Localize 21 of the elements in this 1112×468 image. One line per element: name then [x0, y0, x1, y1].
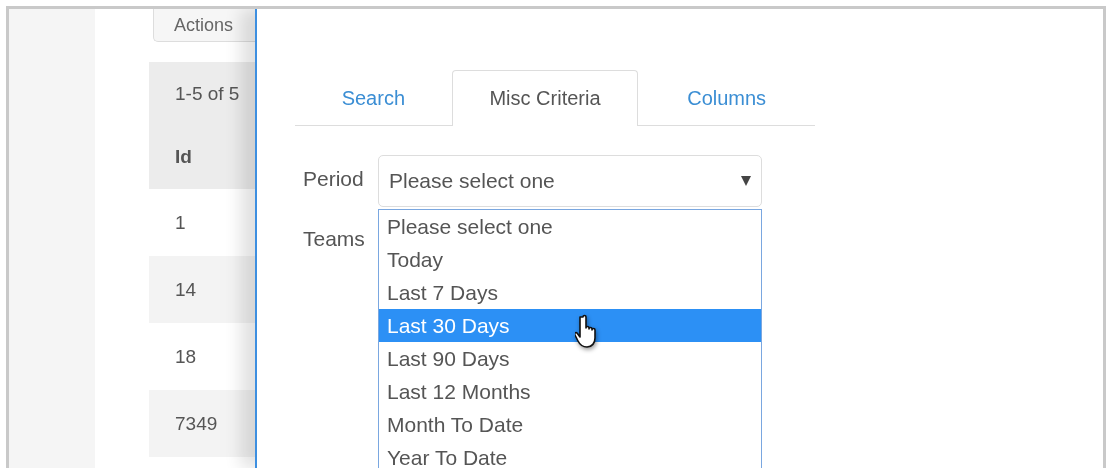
dropdown-option[interactable]: Today: [379, 243, 761, 276]
period-dropdown[interactable]: Please select one: [378, 155, 762, 207]
dropdown-option[interactable]: Year To Date: [379, 441, 761, 468]
tab[interactable]: Columns: [638, 70, 815, 125]
table-cell: 14: [175, 278, 197, 301]
tab[interactable]: Search: [295, 70, 452, 125]
dropdown-option[interactable]: Last 12 Months: [379, 375, 761, 408]
table-cell: 7349: [175, 412, 218, 435]
table-cell: 1: [175, 211, 186, 234]
field-label: Teams: [303, 226, 365, 251]
dropdown-option[interactable]: Please select one: [379, 210, 761, 243]
actions-button[interactable]: Actions: [153, 9, 255, 42]
field-label: Period: [303, 166, 364, 191]
column-header: Id: [175, 146, 192, 168]
table-cell: 18: [175, 345, 197, 368]
pager-text: 1-5 of 5: [175, 82, 240, 105]
dropdown-option[interactable]: Last 7 Days: [379, 276, 761, 309]
dropdown-option[interactable]: Last 90 Days: [379, 342, 761, 375]
dropdown-option[interactable]: Month To Date: [379, 408, 761, 441]
caret-icon: [741, 176, 751, 186]
tab[interactable]: Misc Criteria: [451, 70, 639, 126]
